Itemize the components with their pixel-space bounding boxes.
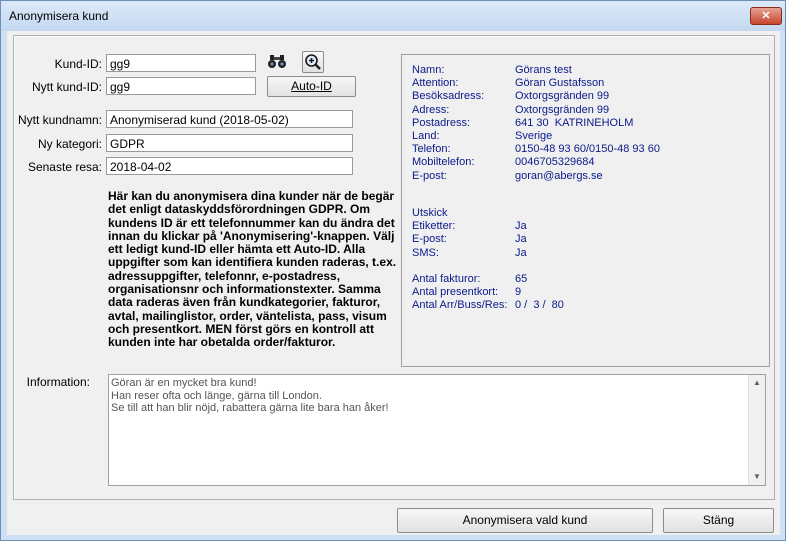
info-label: Mobiltelefon: xyxy=(412,156,475,169)
magnifier-plus-icon xyxy=(305,54,321,70)
zoom-customer-button[interactable] xyxy=(302,51,324,73)
scroll-down-icon[interactable]: ▼ xyxy=(749,469,765,485)
anonymize-customer-button[interactable]: Anonymisera vald kund xyxy=(397,508,653,533)
main-group-box: Kund-ID: gg9 Nytt kund-ID: gg9 Auto-ID N… xyxy=(13,35,775,500)
senaste-resa-label: Senaste resa: xyxy=(27,160,102,174)
info-value: 0150-48 93 60/0150-48 93 60 xyxy=(515,143,660,156)
window-title: Anonymisera kund xyxy=(9,9,109,23)
info-value: Sverige xyxy=(515,130,553,142)
ny-kategori-label: Ny kategori: xyxy=(37,137,102,151)
info-value: Görans test xyxy=(515,64,572,76)
info-value: 641 30 KATRINEHOLM xyxy=(515,116,634,129)
info-value: Göran Gustafsson xyxy=(515,77,605,90)
info-value: goran@abergs.se xyxy=(515,169,603,182)
ny-kategori-input[interactable]: GDPR xyxy=(106,134,353,152)
information-textarea[interactable]: Göran är en mycket bra kund! Han reser o… xyxy=(108,374,766,486)
info-label: SMS: xyxy=(412,246,439,259)
information-text: Göran är en mycket bra kund! Han reser o… xyxy=(111,377,389,415)
info-value: 65 xyxy=(515,273,528,285)
info-label: Antal fakturor: xyxy=(412,273,481,285)
info-value: Ja xyxy=(515,233,527,246)
close-icon: ✕ xyxy=(761,10,771,22)
info-value: Ja xyxy=(515,246,527,259)
info-value: Oxtorgsgränden 99 xyxy=(515,103,610,116)
info-label: E-post: xyxy=(412,169,447,182)
info-label: Postadress: xyxy=(412,116,471,129)
title-bar[interactable]: Anonymisera kund ✕ xyxy=(1,1,785,31)
info-label: Besöksadress: xyxy=(412,90,485,103)
autoid-button[interactable]: Auto-ID xyxy=(267,76,356,97)
kundid-input[interactable]: gg9 xyxy=(106,54,256,72)
info-label: Antal Arr/Buss/Res: xyxy=(412,299,508,312)
info-label: E-post: xyxy=(412,233,447,246)
info-label: Attention: xyxy=(412,77,459,90)
close-window-button[interactable]: ✕ xyxy=(750,7,782,25)
senaste-resa-input[interactable]: 2018-04-02 xyxy=(106,157,353,175)
info-label: Telefon: xyxy=(412,143,451,156)
info-value: 0 / 3 / 80 xyxy=(515,299,564,312)
info-label: Antal presentkort: xyxy=(412,286,499,299)
nytt-kundnamn-label: Nytt kundnamn: xyxy=(17,113,102,127)
dialog-client-area: Kund-ID: gg9 Nytt kund-ID: gg9 Auto-ID N… xyxy=(7,31,780,535)
info-value: 0046705329684 xyxy=(515,156,595,169)
search-customer-button[interactable] xyxy=(267,51,287,71)
info-label: Land: xyxy=(412,130,440,142)
info-label: Adress: xyxy=(412,103,450,116)
utskick-header: Utskick xyxy=(412,207,448,219)
nytt-kundnamn-input[interactable]: Anonymiserad kund (2018-05-02) xyxy=(106,110,353,128)
info-value: Oxtorgsgränden 99 xyxy=(515,90,610,103)
info-value: Ja xyxy=(515,220,527,232)
information-label: Information: xyxy=(26,375,90,389)
dialog-window: Anonymisera kund ✕ Kund-ID: gg9 Nytt kun… xyxy=(0,0,786,541)
info-label: Namn: xyxy=(412,64,445,76)
nytt-kundid-label: Nytt kund-ID: xyxy=(31,80,102,94)
gdpr-description: Här kan du anonymisera dina kunder när d… xyxy=(108,189,397,350)
scroll-up-icon[interactable]: ▲ xyxy=(749,375,765,391)
nytt-kundid-input[interactable]: gg9 xyxy=(106,77,256,95)
binoculars-icon xyxy=(268,55,286,68)
info-label: Etiketter: xyxy=(412,220,456,232)
info-value: 9 xyxy=(515,286,522,299)
kundid-label: Kund-ID: xyxy=(54,57,102,71)
close-button[interactable]: Stäng xyxy=(663,508,774,533)
information-scrollbar[interactable]: ▲ ▼ xyxy=(748,375,765,485)
customer-info-panel: Namn: Görans test Attention: Göran Gustafss… xyxy=(401,54,770,367)
